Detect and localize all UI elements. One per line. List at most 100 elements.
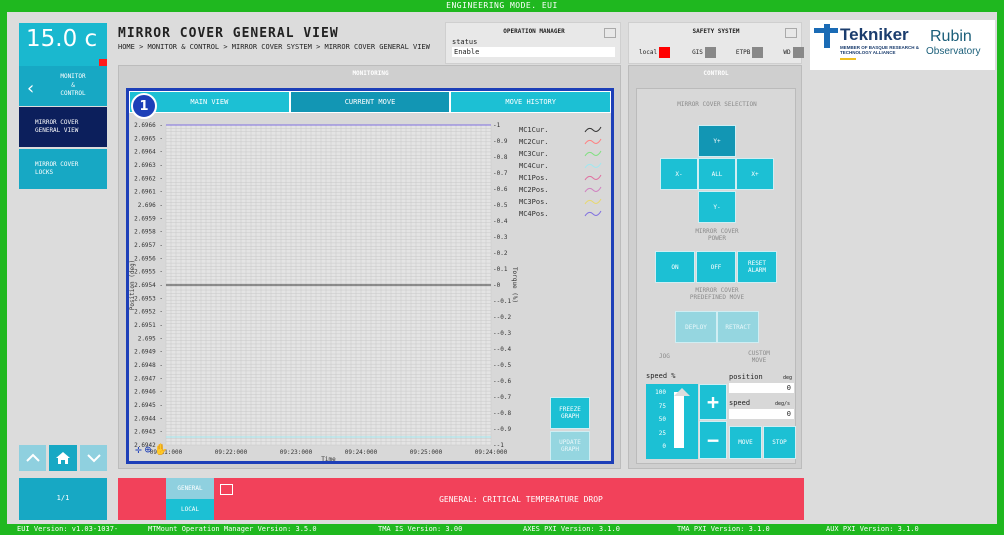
- sidebar-item-mirror-cover-locks[interactable]: MIRROR COVER LOCKS: [19, 149, 107, 189]
- select-y-minus-button[interactable]: Y-: [698, 191, 736, 223]
- y-left-tick-label: 2.6961 -: [134, 189, 163, 196]
- position-field[interactable]: 0: [729, 383, 794, 393]
- y-left-tick-label: 2.696 -: [138, 202, 163, 209]
- y-right-tick-label: --0.5: [493, 362, 511, 369]
- window-icon[interactable]: [220, 484, 233, 495]
- y-left-tick-label: 2.6946 -: [134, 389, 163, 396]
- deploy-button[interactable]: DEPLOY: [675, 311, 717, 343]
- select-all-button[interactable]: ALL: [698, 158, 736, 190]
- legend-label: MC2Cur.: [519, 138, 549, 146]
- y-left-tick-label: 2.6959 -: [134, 215, 163, 222]
- stop-button[interactable]: STOP: [763, 426, 796, 459]
- legend-swatch: [584, 174, 602, 181]
- y-right-tick-label: --0.2: [493, 314, 511, 321]
- update-graph-button[interactable]: UPDATE GRAPH: [550, 431, 590, 461]
- sidebar-item-mirror-cover-general-view[interactable]: MIRROR COVER GENERAL VIEW: [19, 107, 107, 147]
- legend-swatch: [584, 126, 602, 133]
- logo-area: Tekniker MEMBER OF BASQUE RESEARCH & TEC…: [810, 20, 995, 70]
- predefined-move-label: MIRROR COVER PREDEFINED MOVE: [689, 287, 745, 301]
- select-x-plus-button[interactable]: X+: [736, 158, 774, 190]
- home-button[interactable]: [49, 445, 77, 471]
- safety-local-indicator: [659, 47, 671, 58]
- alarm-tab-general[interactable]: GENERAL: [166, 478, 214, 499]
- increment-button[interactable]: +: [699, 384, 727, 420]
- monitoring-tabs: MAIN VIEW CURRENT MOVE MOVE HISTORY: [129, 91, 612, 113]
- y-left-tick-label: 2.695 -: [138, 335, 163, 342]
- window-icon[interactable]: [785, 28, 797, 38]
- y-left-axis-label: Position (deg): [129, 260, 136, 311]
- safety-wd-label: WD: [783, 49, 791, 56]
- legend-label: MC4Pos.: [519, 210, 549, 218]
- y-right-tick-label: --0.6: [493, 378, 511, 385]
- alarm-message: GENERAL: CRITICAL TEMPERATURE DROP: [439, 494, 603, 504]
- alarm-bar: GENERAL LOCAL GENERAL: CRITICAL TEMPERAT…: [118, 478, 804, 520]
- home-icon: [56, 452, 70, 464]
- legend-label: MC3Cur.: [519, 150, 549, 158]
- y-right-axis-label: Torque (%): [511, 267, 518, 303]
- tab-current-move[interactable]: CURRENT MOVE: [289, 91, 451, 113]
- y-right-tick-label: -0.1: [493, 266, 508, 273]
- scroll-down-button[interactable]: [80, 445, 107, 471]
- tab-move-history[interactable]: MOVE HISTORY: [450, 91, 612, 113]
- power-off-button[interactable]: OFF: [696, 251, 736, 283]
- y-left-tick-label: 2.6945 -: [134, 402, 163, 409]
- decrement-button[interactable]: −: [699, 421, 727, 459]
- operation-manager-title: OPERATION MANAGER: [503, 28, 565, 35]
- scroll-up-button[interactable]: [19, 445, 46, 471]
- footer-item: TMA IS Version: 3.00: [378, 525, 463, 533]
- legend-swatch: [584, 210, 602, 217]
- zoom-icon[interactable]: ⊕: [145, 443, 152, 456]
- y-right-tick-label: --0.4: [493, 346, 511, 353]
- y-right-tick-label: --0.1: [493, 298, 511, 305]
- y-right-tick-label: -1: [493, 122, 501, 129]
- temperature-value: 15.0 c: [26, 26, 98, 52]
- legend-label: MC1Pos.: [519, 174, 549, 182]
- retract-button[interactable]: RETRACT: [717, 311, 759, 343]
- speed-slider-panel: 100 75 50 25 0: [646, 384, 698, 459]
- y-left-tick-label: 2.6957 -: [134, 242, 163, 249]
- freeze-graph-button[interactable]: FREEZE GRAPH: [550, 397, 590, 429]
- safety-gis-label: GIS: [692, 49, 703, 56]
- y-right-tick-label: -0.5: [493, 202, 508, 209]
- safety-gis-indicator: [704, 47, 716, 58]
- sidebar-item-label: MONITOR & CONTROL: [60, 73, 86, 98]
- operation-manager-panel: OPERATION MANAGER status Enable: [445, 22, 621, 64]
- power-on-button[interactable]: ON: [655, 251, 695, 283]
- sidebar-item-label: MIRROR COVER GENERAL VIEW: [35, 118, 79, 134]
- y-left-tick-label: 2.6943 -: [134, 429, 163, 436]
- chevron-down-icon: [86, 454, 101, 463]
- control-panel: CONTROL MIRROR COVER SELECTION Y+ X- ALL…: [628, 65, 802, 469]
- monitoring-title: MONITORING: [352, 70, 389, 77]
- speed-unit: deg/s: [775, 401, 791, 407]
- x-tick-label: 09:24:000: [475, 449, 508, 456]
- safety-etpb: ETPB: [736, 47, 764, 58]
- window-icon[interactable]: [604, 28, 616, 38]
- y-right-tick-label: -0.7: [493, 170, 508, 177]
- alarm-tab-local[interactable]: LOCAL: [166, 499, 214, 520]
- select-y-plus-button[interactable]: Y+: [698, 125, 736, 157]
- select-x-minus-button[interactable]: X-: [660, 158, 698, 190]
- speed-slider-track[interactable]: [674, 392, 684, 448]
- speed-slider-handle[interactable]: [674, 388, 690, 396]
- x-tick-label: 09:25:000: [410, 449, 443, 456]
- crosshair-icon[interactable]: ✛: [135, 443, 142, 456]
- line-chart: 2.6966 - 2.6965 - 2.6964 - 2.6963 - 2.6962 -…: [129, 122, 602, 461]
- y-left-tick-label: 2.6948 -: [134, 362, 163, 369]
- legend-swatch: [584, 186, 602, 193]
- y-left-tick-label: 2.6947 -: [134, 375, 163, 382]
- speed-tick: 100: [655, 389, 666, 396]
- y-left-tick-label: 2.6954 -: [134, 282, 163, 289]
- reset-alarm-button[interactable]: RESET ALARM: [737, 251, 777, 283]
- status-label: status: [452, 38, 478, 46]
- pan-hand-icon[interactable]: ✋: [154, 443, 168, 456]
- speed-field[interactable]: 0: [729, 409, 794, 419]
- legend-swatch: [584, 162, 602, 169]
- breadcrumb[interactable]: HOME > MONITOR & CONTROL > MIRROR COVER …: [118, 43, 443, 52]
- sidebar-item-monitor-control[interactable]: ‹ MONITOR & CONTROL: [19, 66, 107, 106]
- footer-item: EUI Version: v1.03-1037-: [17, 525, 119, 533]
- move-button[interactable]: MOVE: [729, 426, 762, 459]
- y-right-tick-label: --0.8: [493, 410, 511, 417]
- y-right-tick-label: --0.7: [493, 394, 511, 401]
- sidebar-item-label: MIRROR COVER LOCKS: [35, 160, 79, 176]
- y-right-tick-label: -0.9: [493, 138, 508, 145]
